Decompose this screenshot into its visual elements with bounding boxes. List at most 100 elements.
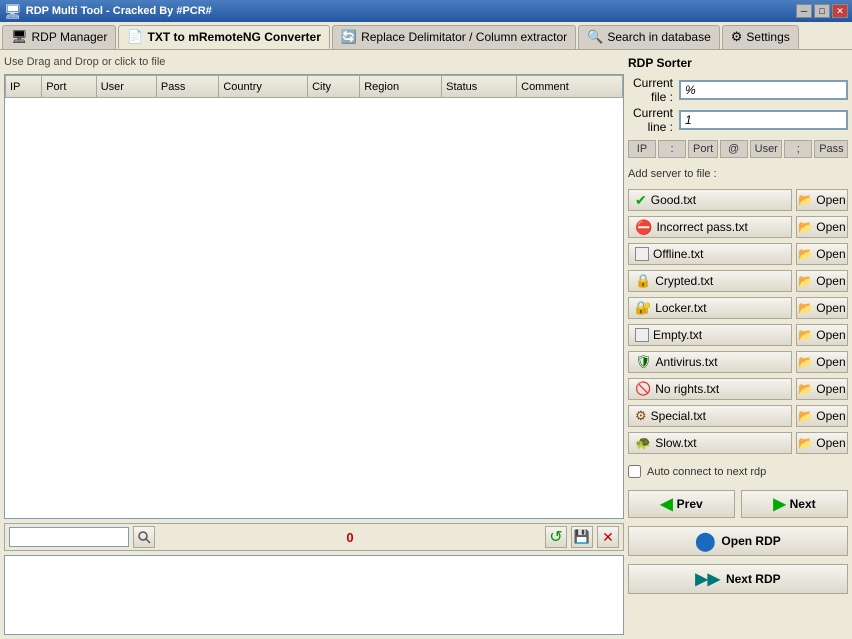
open-folder-icon-8: 📂 [798, 382, 813, 396]
tab-replace-delimitator[interactable]: 🔄 Replace Delimitator / Column extractor [332, 25, 576, 49]
open-folder-icon-4: 📂 [798, 274, 813, 288]
open-folder-icon-1: 📂 [798, 193, 813, 207]
open-folder-icon-6: 📂 [798, 328, 813, 342]
sep-ip[interactable]: IP [628, 140, 656, 158]
incorrect-open-button[interactable]: 📂 Open [796, 216, 848, 238]
current-line-input[interactable] [679, 110, 848, 130]
open-folder-icon-10: 📂 [798, 436, 813, 450]
file-rows: ✔ Good.txt 📂 Open ⛔ Incorrect pass.txt 📂… [628, 188, 848, 455]
open-folder-icon-5: 📂 [798, 301, 813, 315]
tab-search-db[interactable]: 🔍 Search in database [578, 25, 720, 49]
locker-open-button[interactable]: 📂 Open [796, 297, 848, 319]
incorrect-icon: ⛔ [635, 219, 652, 236]
tab-bar: 🖥 RDP Manager 📄 TXT to mRemoteNG Convert… [0, 22, 852, 50]
norights-button[interactable]: 🚫 No rights.txt [628, 378, 792, 400]
log-area[interactable] [4, 555, 624, 635]
empty-icon [635, 328, 649, 342]
incorrect-pass-button[interactable]: ⛔ Incorrect pass.txt [628, 216, 792, 238]
maximize-button[interactable]: □ [814, 4, 830, 18]
col-city: City [308, 76, 360, 98]
next-button[interactable]: ▶ Next [741, 490, 848, 518]
open-label-2: Open [816, 220, 845, 234]
current-file-input[interactable] [679, 80, 848, 100]
crypted-button[interactable]: 🔒 Crypted.txt [628, 270, 792, 292]
open-label-3: Open [816, 247, 845, 261]
file-row-incorrect: ⛔ Incorrect pass.txt 📂 Open [628, 215, 848, 239]
search-db-icon: 🔍 [587, 29, 603, 45]
save-button[interactable]: 💾 [571, 526, 593, 548]
slow-button[interactable]: 🐢 Slow.txt [628, 432, 792, 454]
slow-txt-label: Slow.txt [655, 436, 696, 450]
next-rdp-button[interactable]: ▶▶ Next RDP [628, 564, 848, 594]
empty-txt-label: Empty.txt [653, 328, 702, 342]
empty-open-button[interactable]: 📂 Open [796, 324, 848, 346]
antivirus-open-button[interactable]: 📂 Open [796, 351, 848, 373]
open-rdp-icon: ⬤ [695, 531, 715, 552]
auto-connect-row: Auto connect to next rdp [628, 461, 848, 482]
norights-open-button[interactable]: 📂 Open [796, 378, 848, 400]
col-pass: Pass [156, 76, 218, 98]
main-table-container[interactable]: IP Port User Pass Country City Region St… [4, 74, 624, 519]
crypted-icon: 🔒 [635, 273, 651, 289]
slow-open-button[interactable]: 📂 Open [796, 432, 848, 454]
panel-title: RDP Sorter [628, 54, 848, 72]
tab-txt-converter[interactable]: 📄 TXT to mRemoteNG Converter [118, 25, 330, 49]
main-table: IP Port User Pass Country City Region St… [5, 75, 623, 98]
drag-hint: Use Drag and Drop or click to file [4, 54, 624, 70]
offline-open-button[interactable]: 📂 Open [796, 243, 848, 265]
tab-settings[interactable]: ⚙ Settings [722, 25, 799, 49]
good-txt-label: Good.txt [651, 193, 696, 207]
current-file-label: Current file : [628, 76, 673, 104]
open-folder-icon-2: 📂 [798, 220, 813, 234]
title-bar: 🖥 RDP Multi Tool - Cracked By #PCR# ─ □ … [0, 0, 852, 22]
search-button[interactable] [133, 526, 155, 548]
counter-display: 0 [159, 530, 541, 545]
undo-button[interactable]: ↺ [545, 526, 567, 548]
sep-colon[interactable]: : [658, 140, 686, 158]
empty-button[interactable]: Empty.txt [628, 324, 792, 346]
sep-port[interactable]: Port [688, 140, 718, 158]
file-row-offline: Offline.txt 📂 Open [628, 242, 848, 266]
current-file-row: Current file : [628, 78, 848, 102]
slow-icon: 🐢 [635, 435, 651, 451]
sep-pass[interactable]: Pass [814, 140, 848, 158]
file-row-antivirus: 🛡 Antivirus.txt 📂 Open [628, 350, 848, 374]
locker-button[interactable]: 🔐 Locker.txt [628, 297, 792, 319]
next-icon: ▶ [773, 494, 785, 514]
special-open-button[interactable]: 📂 Open [796, 405, 848, 427]
open-label-5: Open [816, 301, 845, 315]
locker-txt-label: Locker.txt [655, 301, 706, 315]
sep-user[interactable]: User [750, 140, 783, 158]
auto-connect-checkbox[interactable] [628, 465, 641, 478]
sep-semicolon[interactable]: ; [784, 140, 812, 158]
good-open-button[interactable]: 📂 Open [796, 189, 848, 211]
open-label-10: Open [816, 436, 845, 450]
open-rdp-button[interactable]: ⬤ Open RDP [628, 526, 848, 556]
offline-txt-label: Offline.txt [653, 247, 703, 261]
title-bar-controls: ─ □ ✕ [796, 4, 848, 18]
clear-button[interactable]: ✕ [597, 526, 619, 548]
antivirus-button[interactable]: 🛡 Antivirus.txt [628, 351, 792, 373]
open-label-4: Open [816, 274, 845, 288]
minimize-button[interactable]: ─ [796, 4, 812, 18]
prev-icon: ◀ [660, 494, 672, 514]
replace-icon: 🔄 [341, 29, 357, 45]
file-row-locker: 🔐 Locker.txt 📂 Open [628, 296, 848, 320]
offline-button[interactable]: Offline.txt [628, 243, 792, 265]
good-txt-button[interactable]: ✔ Good.txt [628, 189, 792, 211]
crypted-open-button[interactable]: 📂 Open [796, 270, 848, 292]
special-button[interactable]: ⚙ Special.txt [628, 405, 792, 427]
bottom-toolbar: 0 ↺ 💾 ✕ [4, 523, 624, 551]
col-port: Port [42, 76, 96, 98]
settings-icon: ⚙ [731, 29, 743, 45]
close-button[interactable]: ✕ [832, 4, 848, 18]
tab-rdp-manager[interactable]: 🖥 RDP Manager [2, 25, 116, 49]
col-ip: IP [6, 76, 42, 98]
search-input[interactable] [9, 527, 129, 547]
prev-button[interactable]: ◀ Prev [628, 490, 735, 518]
special-txt-label: Special.txt [651, 409, 706, 423]
norights-icon: 🚫 [635, 381, 651, 397]
sep-at[interactable]: @ [720, 140, 748, 158]
current-line-row: Current line : [628, 108, 848, 132]
tab-replace-label: Replace Delimitator / Column extractor [361, 30, 567, 44]
